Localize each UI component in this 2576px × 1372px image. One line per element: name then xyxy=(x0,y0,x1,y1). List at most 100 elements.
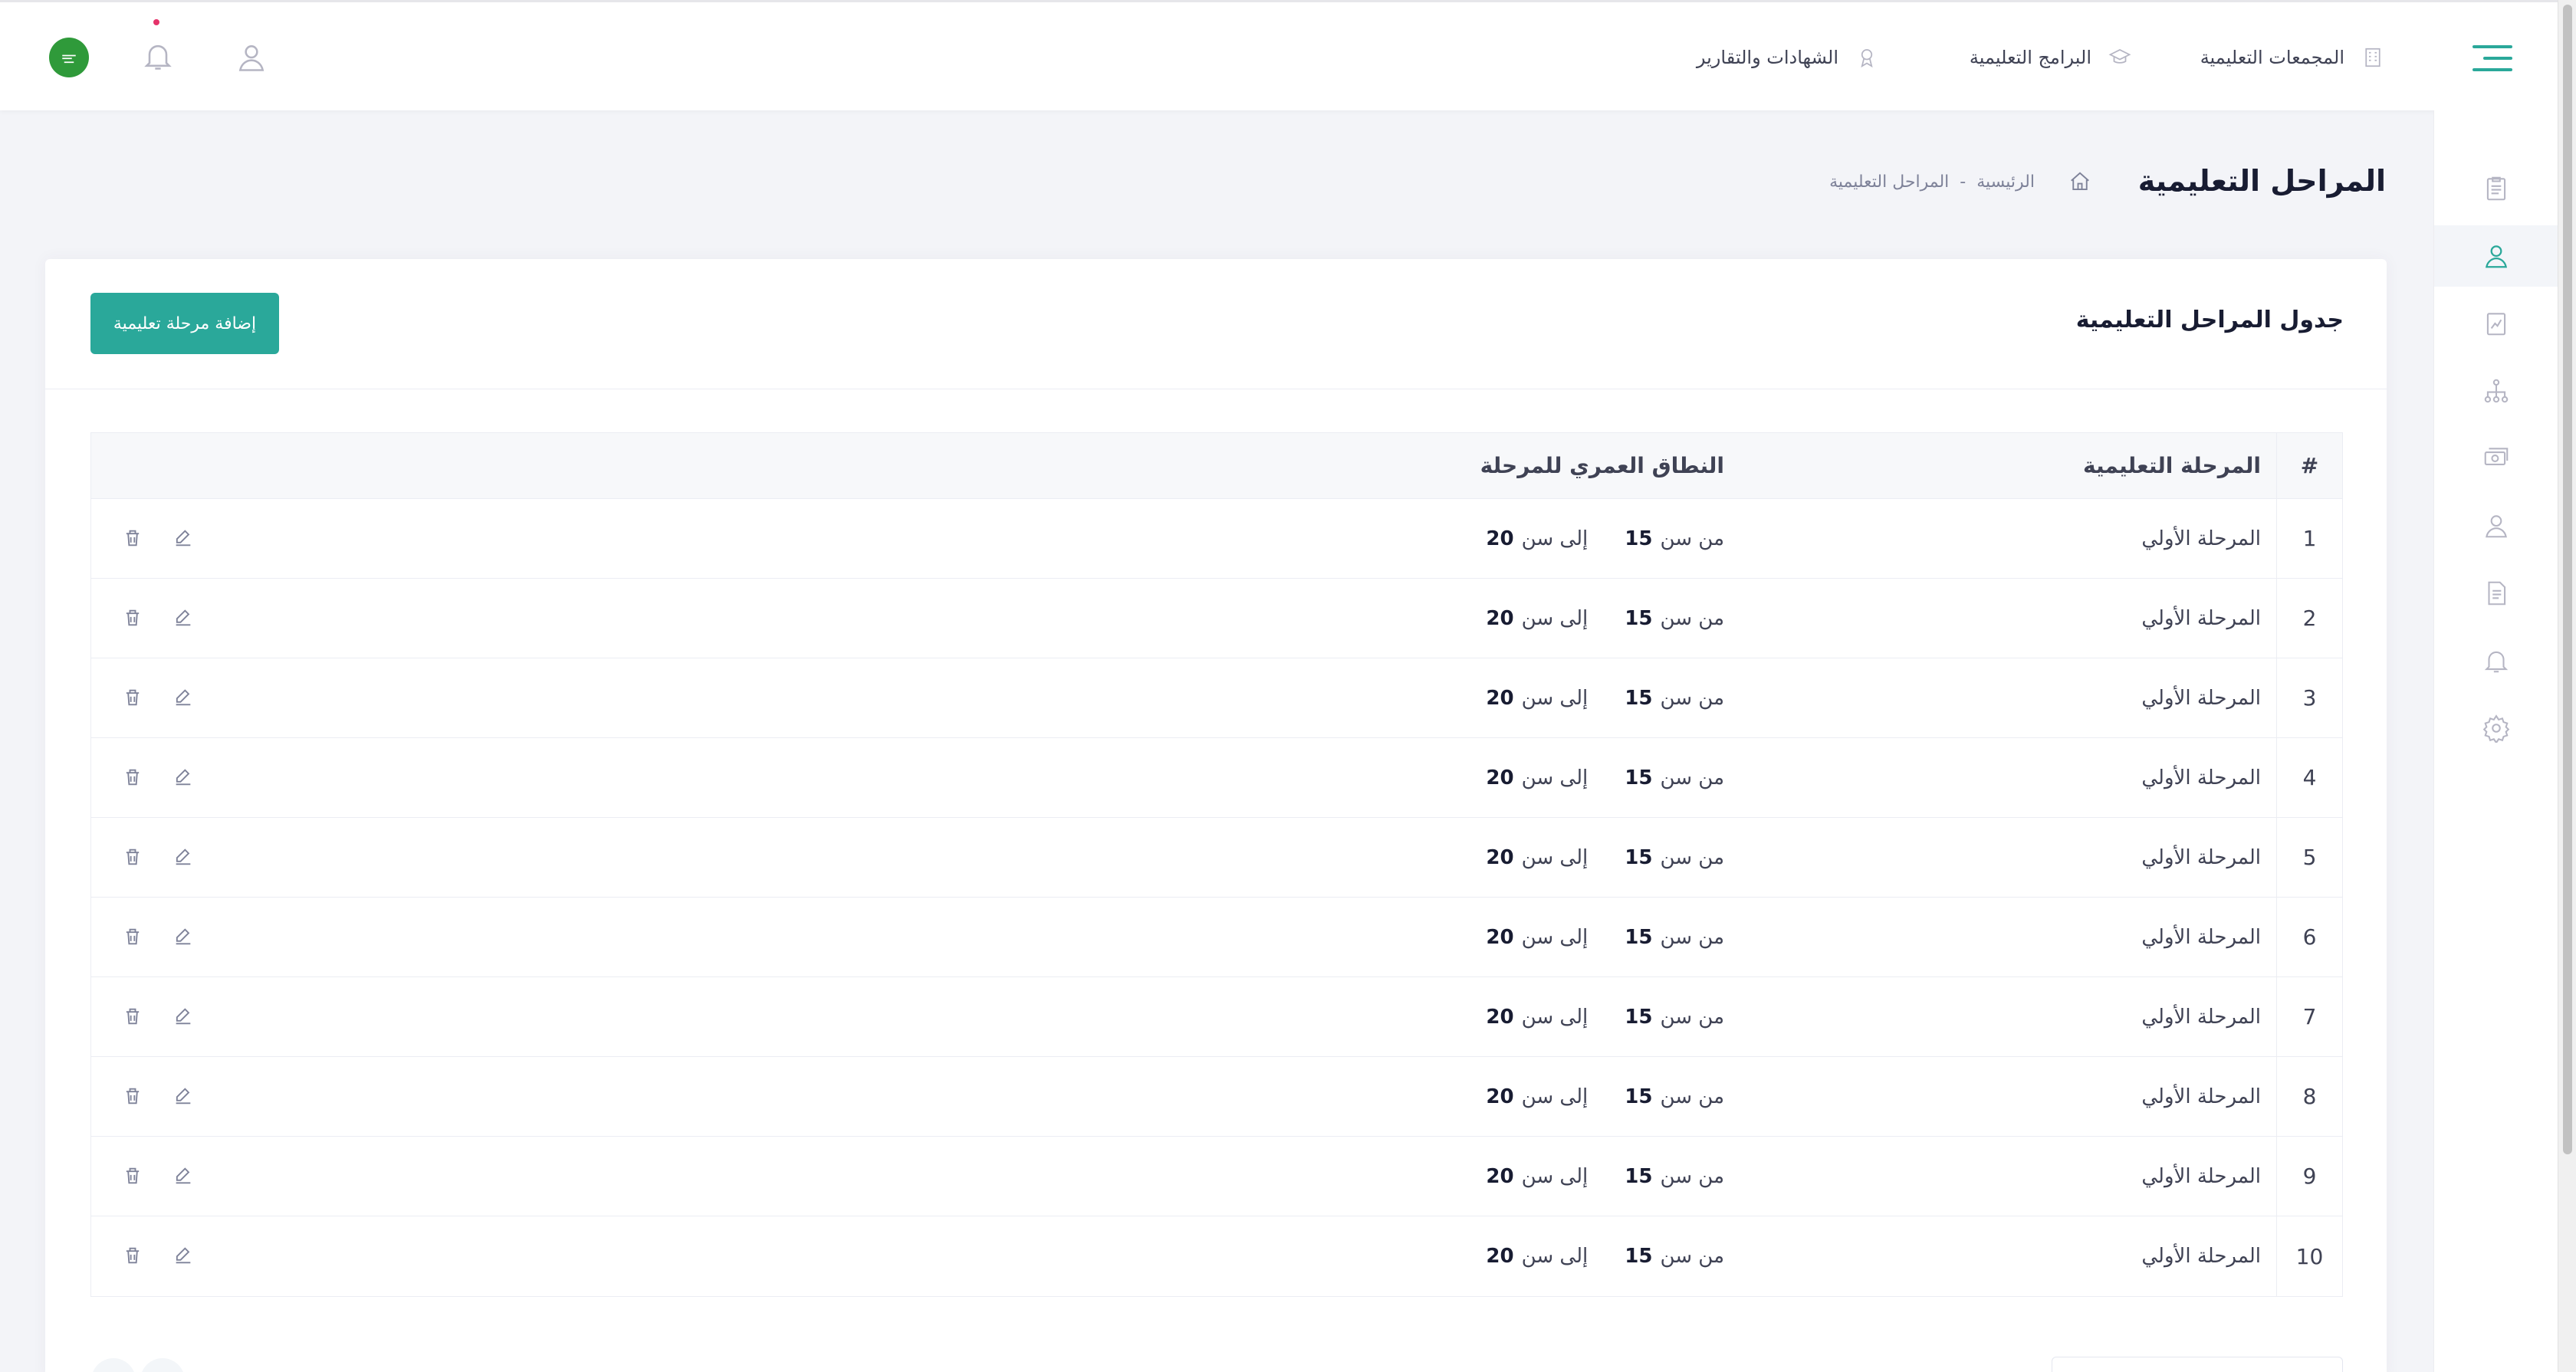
age-from-value: 15 xyxy=(1625,527,1653,550)
trash-icon[interactable] xyxy=(122,926,145,949)
edit-icon[interactable] xyxy=(172,926,196,949)
row-actions xyxy=(122,499,206,578)
stage-name: المرحلة الأولي xyxy=(2141,1005,2261,1029)
nav-item-certificates[interactable]: الشهادات والتقارير xyxy=(1697,41,1878,74)
edit-icon[interactable] xyxy=(172,1245,196,1268)
stages-card: جدول المراحل التعليمية إضافة مرحلة تعليم… xyxy=(45,259,2387,1372)
top-header: المجمعات التعليمية البرامج التعليمية الش… xyxy=(0,0,2558,110)
edit-icon[interactable] xyxy=(172,1165,196,1188)
add-stage-button[interactable]: إضافة مرحلة تعليمية xyxy=(90,293,279,354)
trash-icon[interactable] xyxy=(122,687,145,710)
sidebar-item-documents[interactable] xyxy=(2434,563,2558,624)
table-body: 1 المرحلة الأولي من سن 15 إلى سن 20 2 المرحلة ا… xyxy=(91,499,2342,1296)
age-to-value: 20 xyxy=(1486,1164,1514,1188)
age-from-value: 15 xyxy=(1625,925,1653,949)
age-from-value: 15 xyxy=(1625,606,1653,630)
row-actions xyxy=(122,579,206,658)
home-icon[interactable] xyxy=(2068,170,2091,193)
age-to-value: 20 xyxy=(1486,686,1514,710)
trash-icon[interactable] xyxy=(122,1245,145,1268)
page-size-select[interactable] xyxy=(2052,1357,2343,1372)
scrollbar-thumb[interactable] xyxy=(2563,5,2572,1154)
nav-item-label: المجمعات التعليمية xyxy=(2200,47,2344,68)
card-header: جدول المراحل التعليمية إضافة مرحلة تعليم… xyxy=(45,259,2387,389)
age-from: من سن 15 xyxy=(1625,687,1724,710)
age-to: إلى سن 20 xyxy=(1486,926,1588,949)
age-to: إلى سن 20 xyxy=(1486,1245,1588,1268)
nav-item-label: الشهادات والتقارير xyxy=(1696,47,1838,68)
table-row: 8 المرحلة الأولي من سن 15 إلى سن 20 xyxy=(91,1057,2342,1137)
age-from: من سن 15 xyxy=(1625,1165,1724,1188)
age-range: من سن 15 إلى سن 20 xyxy=(1203,1216,1740,1296)
stage-name: المرحلة الأولي xyxy=(2141,925,2261,949)
breadcrumb-home[interactable]: الرئيسية xyxy=(1976,172,2035,192)
row-actions xyxy=(122,738,206,817)
table-row: 10 المرحلة الأولي من سن 15 إلى سن 20 xyxy=(91,1216,2342,1296)
stage-name: المرحلة الأولي xyxy=(2141,1164,2261,1188)
gear-icon xyxy=(2482,714,2510,743)
row-number: 5 xyxy=(2276,818,2342,897)
age-from-label: من سن xyxy=(1660,1005,1724,1029)
edit-icon[interactable] xyxy=(172,1085,196,1108)
edit-icon[interactable] xyxy=(172,527,196,550)
age-from-label: من سن xyxy=(1660,606,1724,630)
sidebar-item-structure[interactable] xyxy=(2434,360,2558,422)
row-number: 6 xyxy=(2276,898,2342,976)
age-from-label: من سن xyxy=(1660,925,1724,949)
menu-toggle-icon[interactable] xyxy=(2472,45,2512,73)
page-scrollbar[interactable] xyxy=(2558,0,2576,1372)
trash-icon[interactable] xyxy=(122,1006,145,1029)
stage-name: المرحلة الأولي xyxy=(2141,766,2261,789)
age-to-value: 20 xyxy=(1486,606,1514,630)
breadcrumb-separator: - xyxy=(1960,172,1967,192)
sidebar-item-users[interactable] xyxy=(2434,225,2558,287)
age-range: من سن 15 إلى سن 20 xyxy=(1203,499,1740,578)
sidebar-item-clipboard[interactable] xyxy=(2434,158,2558,219)
age-from: من سن 15 xyxy=(1625,766,1724,789)
row-actions xyxy=(122,1057,206,1136)
trash-icon[interactable] xyxy=(122,527,145,550)
sidebar-item-profile[interactable] xyxy=(2434,495,2558,556)
age-to: إلى سن 20 xyxy=(1486,846,1588,869)
notification-badge xyxy=(153,19,159,25)
trash-icon[interactable] xyxy=(122,1165,145,1188)
age-to-label: إلى سن xyxy=(1521,1085,1589,1108)
edit-icon[interactable] xyxy=(172,1006,196,1029)
sidebar-item-reports[interactable] xyxy=(2434,293,2558,354)
edit-icon[interactable] xyxy=(172,766,196,789)
age-to-value: 20 xyxy=(1486,845,1514,869)
age-to: إلى سن 20 xyxy=(1486,687,1588,710)
trash-icon[interactable] xyxy=(122,607,145,630)
breadcrumb-current: المراحل التعليمية xyxy=(1829,172,1950,192)
sidebar-item-notifications[interactable] xyxy=(2434,630,2558,691)
edit-icon[interactable] xyxy=(172,607,196,630)
age-from: من سن 15 xyxy=(1625,607,1724,630)
trash-icon[interactable] xyxy=(122,1085,145,1108)
row-number: 4 xyxy=(2276,738,2342,817)
table-row: 3 المرحلة الأولي من سن 15 إلى سن 20 xyxy=(91,658,2342,738)
bell-icon[interactable] xyxy=(141,39,175,73)
table-row: 9 المرحلة الأولي من سن 15 إلى سن 20 xyxy=(91,1137,2342,1216)
flag-icon[interactable] xyxy=(49,38,89,77)
column-header-number: # xyxy=(2276,433,2342,498)
trash-icon[interactable] xyxy=(122,846,145,869)
age-from: من سن 15 xyxy=(1625,1085,1724,1108)
users-icon xyxy=(2485,245,2508,268)
age-to-value: 20 xyxy=(1486,1085,1514,1108)
nav-item-complexes[interactable]: المجمعات التعليمية xyxy=(2200,41,2384,74)
user-profile-icon[interactable] xyxy=(235,41,268,74)
row-actions xyxy=(122,898,206,976)
age-from-value: 15 xyxy=(1625,766,1653,789)
row-actions xyxy=(122,1216,206,1296)
edit-icon[interactable] xyxy=(172,687,196,710)
age-from: من سن 15 xyxy=(1625,1006,1724,1029)
trash-icon[interactable] xyxy=(122,766,145,789)
age-to: إلى سن 20 xyxy=(1486,1165,1588,1188)
age-from: من سن 15 xyxy=(1625,527,1724,550)
edit-icon[interactable] xyxy=(172,846,196,869)
nav-item-programs[interactable]: البرامج التعليمية xyxy=(1970,41,2131,74)
nav-item-label: البرامج التعليمية xyxy=(1969,47,2091,68)
age-from: من سن 15 xyxy=(1625,1245,1724,1268)
sidebar-item-settings[interactable] xyxy=(2434,697,2558,759)
sidebar-item-money[interactable] xyxy=(2434,428,2558,489)
